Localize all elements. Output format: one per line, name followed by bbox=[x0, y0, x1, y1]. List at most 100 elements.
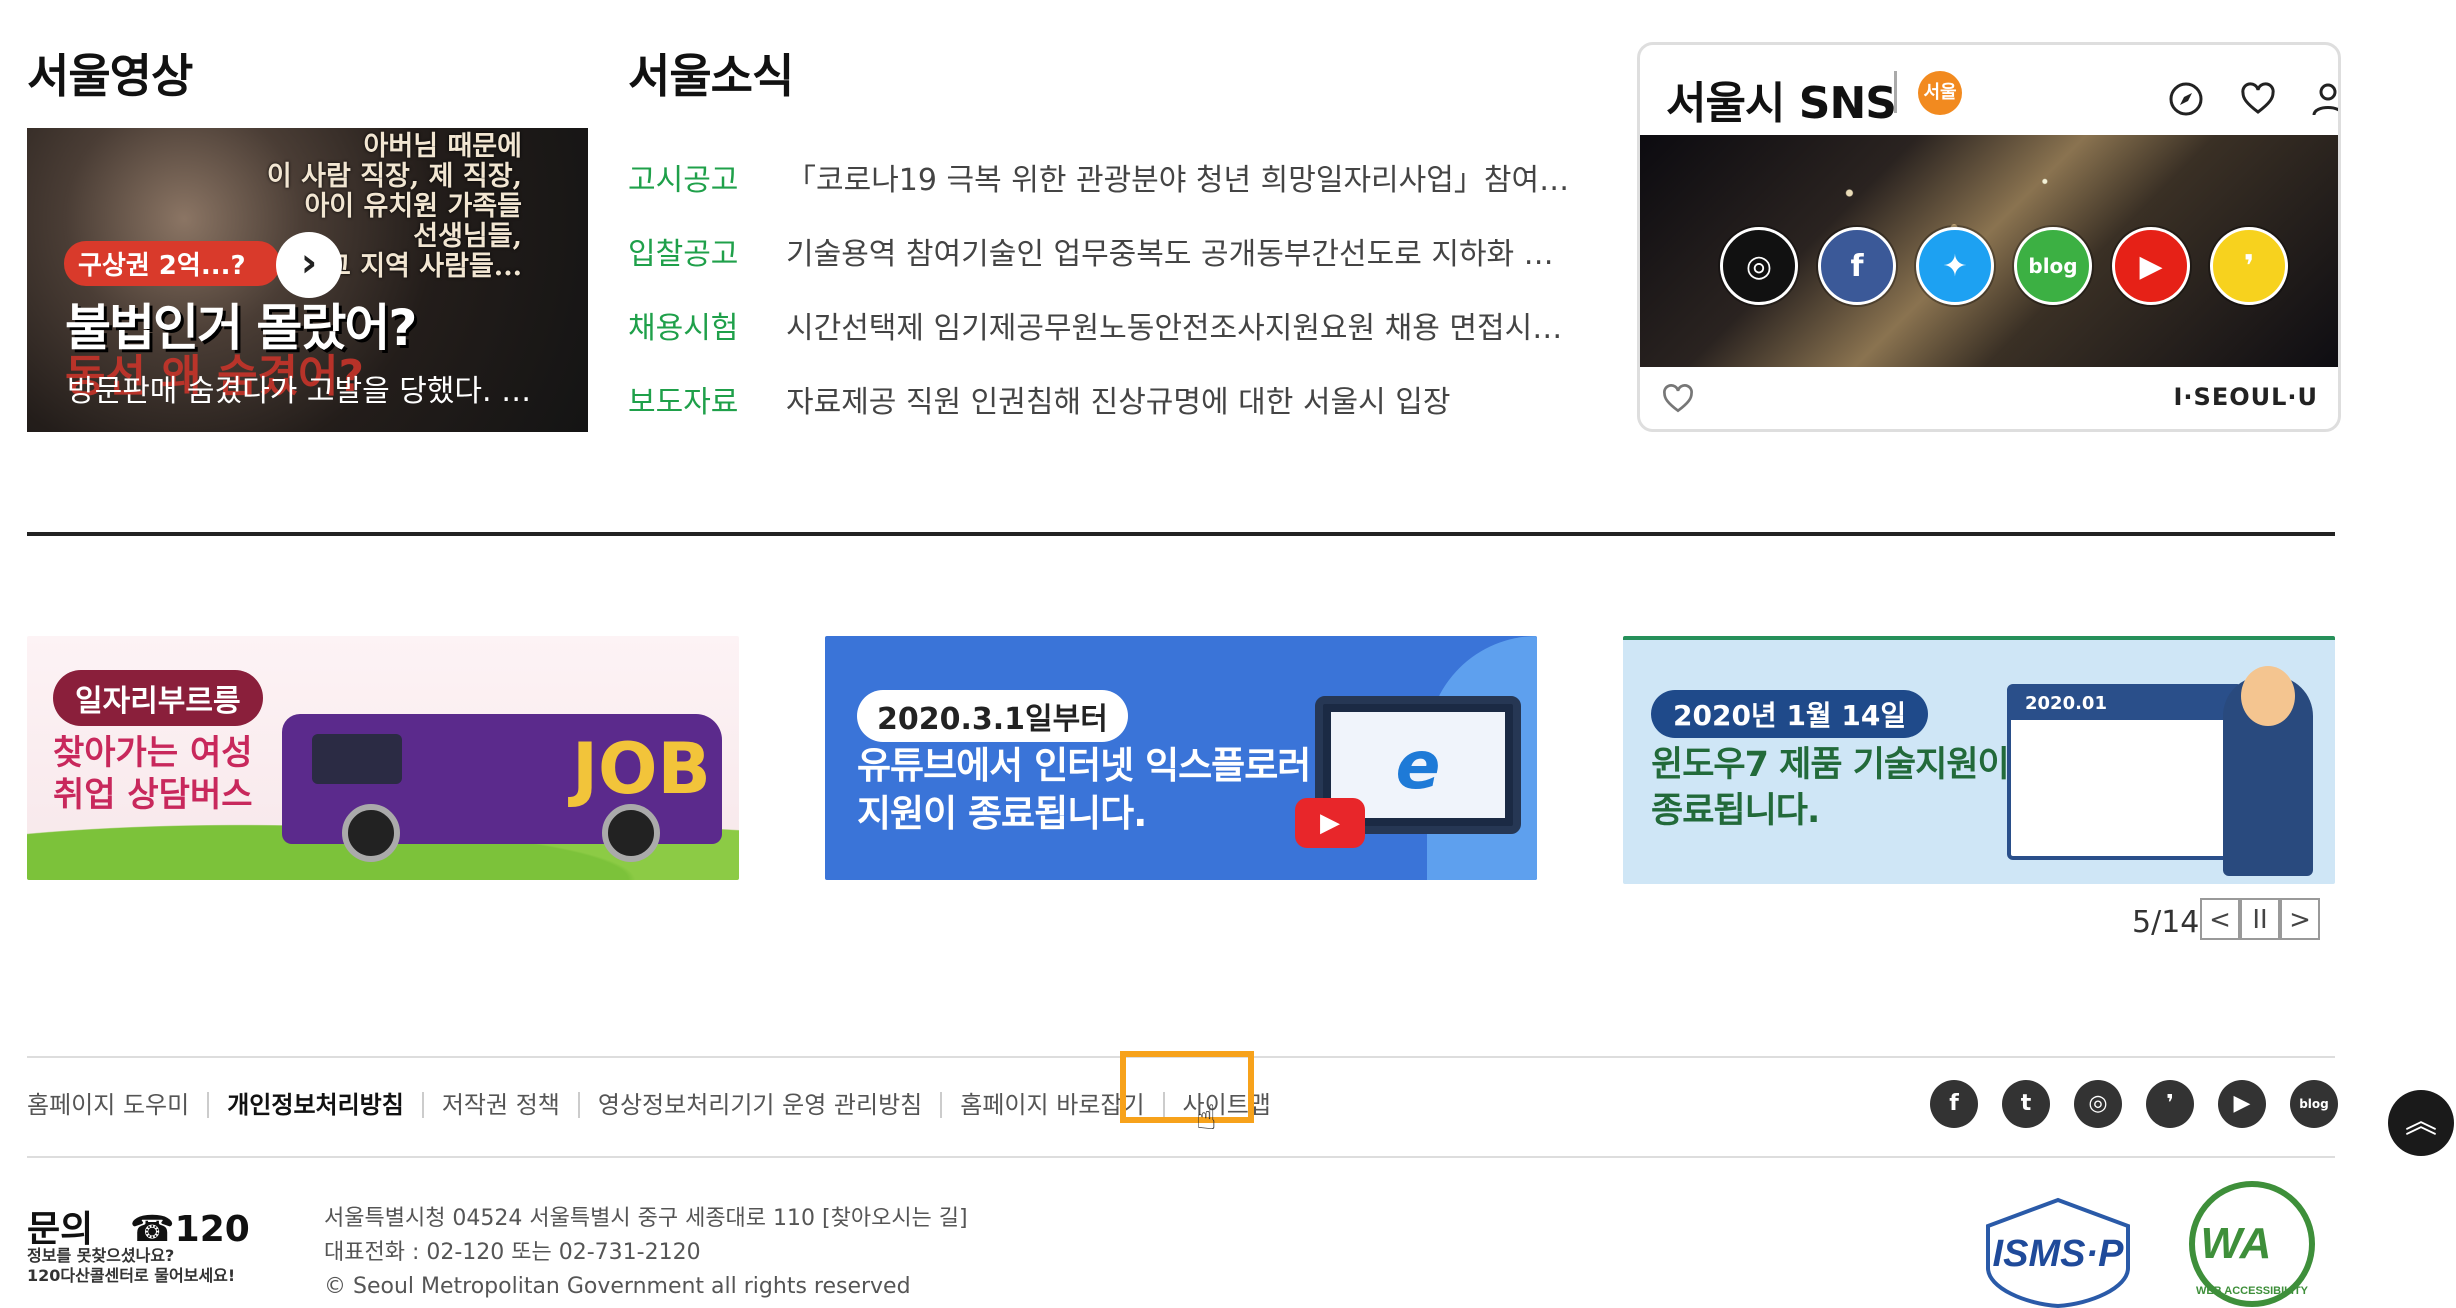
video-section-title: 서울영상 bbox=[27, 49, 193, 103]
inquiry-sub-line: 정보를 못찾으셨나요? bbox=[27, 1246, 175, 1265]
banner-windows7-support-end[interactable]: 2020년 1월 14일 윈도우7 제품 기술지원이 종료됩니다. 2020.0… bbox=[1623, 636, 2335, 884]
banner-prev-button[interactable]: < bbox=[2200, 898, 2240, 940]
banner-tag: 일자리부르릉 bbox=[53, 670, 263, 726]
video-caption[interactable]: 방문판매 숨겼다가 고발을 당했다. … bbox=[67, 366, 568, 410]
banner-ie-support-end[interactable]: 2020.3.1일부터 유튜브에서 인터넷 익스플로러 지원이 종료됩니다. e… bbox=[825, 636, 1537, 880]
video-tag: 구상권 2억...? bbox=[64, 241, 280, 286]
banner-title-line: 윈도우7 제품 기술지원이 bbox=[1651, 745, 2010, 785]
quote-line: 이 사람 직장, 제 직장, bbox=[266, 161, 522, 192]
scroll-top-button[interactable]: ︽ bbox=[2388, 1090, 2454, 1156]
sns-background-photo: ◎ f ✦ blog ▶ ❜ bbox=[1640, 135, 2338, 367]
instagram-icon[interactable]: ◎ bbox=[1720, 227, 1798, 305]
banner-job-bus[interactable]: 일자리부르릉 찾아가는 여성 취업 상담버스 JOB bbox=[27, 636, 739, 880]
video-thumbnail[interactable]: 아버님 때문에 이 사람 직장, 제 직장, 아이 유치원 가족들 선생님들, … bbox=[27, 128, 588, 432]
news-category[interactable]: 입찰공고 bbox=[628, 229, 786, 273]
footer-link-cctv-policy[interactable]: 영상정보처리기기 운영 관리방침 bbox=[577, 1092, 940, 1118]
twitter-icon[interactable]: t bbox=[2002, 1080, 2050, 1128]
isms-p-certification-badge: ISMS·P bbox=[1986, 1197, 2130, 1308]
calendar-head: 2020.01 bbox=[2011, 688, 2239, 720]
banner-title: 유튜브에서 인터넷 익스플로러 지원이 종료됩니다. bbox=[857, 742, 1311, 838]
youtube-icon: ▶ bbox=[1295, 798, 1365, 848]
blog-icon[interactable]: blog bbox=[2290, 1080, 2338, 1128]
footer-link-privacy[interactable]: 개인정보처리방침 bbox=[207, 1092, 422, 1118]
video-headline: 불법인거 몰랐어? bbox=[65, 299, 417, 357]
sns-title: 서울시 SNS bbox=[1666, 78, 1897, 129]
banner-title-line: 종료됩니다. bbox=[1651, 791, 1820, 831]
news-text[interactable]: 기술용역 참여기술인 업무중복도 공개동부간선도로 지하화 … bbox=[786, 229, 1588, 273]
banner-title-line: 취업 상담버스 bbox=[53, 775, 253, 815]
user-icon[interactable] bbox=[2308, 79, 2341, 119]
bus-wheel bbox=[342, 804, 400, 862]
news-category[interactable]: 고시공고 bbox=[628, 155, 786, 199]
businessman-illustration bbox=[2223, 666, 2313, 876]
banner-pause-button[interactable]: II bbox=[2240, 898, 2280, 940]
news-text[interactable]: 시간선택제 임기제공무원노동안전조사지원요원 채용 면접시… bbox=[786, 303, 1588, 347]
heart-icon[interactable] bbox=[2238, 79, 2278, 119]
inquiry-phone: ☎120 bbox=[129, 1209, 250, 1250]
sns-widget: 서울시 SNS 서울 ◎ f ✦ blog ▶ ❜ I·SEOUL·U bbox=[1637, 42, 2341, 432]
internet-explorer-icon: e bbox=[1395, 726, 1441, 804]
kakao-story-icon[interactable]: ❜ bbox=[2210, 227, 2288, 305]
inquiry-subtext: 정보를 못찾으셨나요? 120다산콜센터로 물어보세요! bbox=[27, 1246, 235, 1286]
banner-title-line: 지원이 종료됩니다. bbox=[857, 792, 1147, 835]
banner-title: 윈도우7 제품 기술지원이 종료됩니다. bbox=[1651, 742, 2010, 834]
youtube-icon[interactable]: ▶ bbox=[2112, 227, 2190, 305]
footer-phone: 대표전화 : 02-120 또는 02-731-2120 bbox=[324, 1240, 701, 1265]
banner-tag: 2020년 1월 14일 bbox=[1651, 690, 1929, 738]
instagram-icon[interactable]: ◎ bbox=[2074, 1080, 2122, 1128]
businessman-face bbox=[2241, 666, 2295, 726]
banner-page-indicator: 5/14 bbox=[2132, 905, 2200, 940]
wa-badge-text: WA bbox=[2201, 1219, 2272, 1268]
inquiry-heading: 문의 ☎120 bbox=[27, 1200, 250, 1252]
news-item[interactable]: 고시공고 「코로나19 극복 위한 관광분야 청년 희망일자리사업」참여자 … bbox=[628, 140, 1588, 214]
sns-title-divider bbox=[1894, 71, 1897, 113]
banner-title: 찾아가는 여성 취업 상담버스 bbox=[53, 732, 253, 816]
news-list: 고시공고 「코로나19 극복 위한 관광분야 청년 희망일자리사업」참여자 … … bbox=[628, 140, 1588, 436]
news-category[interactable]: 보도자료 bbox=[628, 377, 786, 421]
youtube-icon[interactable]: ▶ bbox=[2218, 1080, 2266, 1128]
news-category[interactable]: 채용시험 bbox=[628, 303, 786, 347]
sitemap-highlight-box bbox=[1120, 1051, 1254, 1123]
footer-link-help[interactable]: 홈페이지 도우미 bbox=[27, 1092, 207, 1118]
footer-mid-line bbox=[27, 1156, 2335, 1158]
quote-line: 아버님 때문에 bbox=[363, 131, 522, 162]
wa-badge-subtext: WEB ACCESSIBILITY bbox=[2196, 1285, 2309, 1297]
bus-illustration: JOB bbox=[282, 714, 722, 862]
bus-job-text: JOB bbox=[572, 728, 711, 810]
hand-pointer-icon: ☝ bbox=[1196, 1098, 1217, 1138]
isms-badge-text: ISMS·P bbox=[1993, 1233, 2125, 1275]
footer-address: 서울특별시청 04524 서울특별시 중구 세종대로 110 [찾아오시는 길] bbox=[324, 1206, 968, 1231]
banner-title-line: 찾아가는 여성 bbox=[53, 733, 253, 773]
news-section-title: 서울소식 bbox=[628, 49, 794, 103]
calendar-illustration: 2020.01 bbox=[2007, 684, 2243, 860]
footer-address-block: 서울특별시청 04524 서울특별시 중구 세종대로 110 [찾아오시는 길]… bbox=[324, 1202, 968, 1304]
section-divider bbox=[27, 532, 2335, 536]
news-item[interactable]: 입찰공고 기술용역 참여기술인 업무중복도 공개동부간선도로 지하화 … bbox=[628, 214, 1588, 288]
sns-platform-icons: ◎ f ✦ blog ▶ ❜ bbox=[1720, 227, 2288, 305]
inquiry-sub-line: 120다산콜센터로 물어보세요! bbox=[27, 1266, 236, 1285]
like-heart-icon[interactable] bbox=[1660, 381, 1696, 417]
blog-icon[interactable]: blog bbox=[2014, 227, 2092, 305]
seoul-logo: 서울 bbox=[1918, 71, 1962, 115]
iseoulu-brand: I·SEOUL·U bbox=[2173, 383, 2318, 411]
news-text[interactable]: 「코로나19 극복 위한 관광분야 청년 희망일자리사업」참여자 … bbox=[786, 155, 1588, 199]
web-accessibility-badge: WA WEB ACCESSIBILITY bbox=[2189, 1181, 2315, 1307]
kakao-story-icon[interactable]: ❜ bbox=[2146, 1080, 2194, 1128]
banner-title-line: 유튜브에서 인터넷 익스플로러 bbox=[857, 744, 1311, 787]
banner-next-button[interactable]: > bbox=[2280, 898, 2320, 940]
twitter-icon[interactable]: ✦ bbox=[1916, 227, 1994, 305]
news-item[interactable]: 채용시험 시간선택제 임기제공무원노동안전조사지원요원 채용 면접시… bbox=[628, 288, 1588, 362]
inquiry-label: 문의 bbox=[27, 1209, 94, 1250]
footer-link-copyright[interactable]: 저작권 정책 bbox=[421, 1092, 578, 1118]
facebook-icon[interactable]: f bbox=[1930, 1080, 1978, 1128]
news-text[interactable]: 자료제공 직원 인권침해 진상규명에 대한 서울시 입장 bbox=[786, 377, 1588, 421]
footer-links: 홈페이지 도우미 개인정보처리방침 저작권 정책 영상정보처리기기 운영 관리방… bbox=[27, 1092, 1289, 1118]
footer-copyright: © Seoul Metropolitan Government all righ… bbox=[324, 1274, 911, 1299]
news-item[interactable]: 보도자료 자료제공 직원 인권침해 진상규명에 대한 서울시 입장 bbox=[628, 362, 1588, 436]
bus-wheel bbox=[602, 804, 660, 862]
footer-social-icons: f t ◎ ❜ ▶ blog bbox=[1930, 1080, 2338, 1128]
banner-tag: 2020.3.1일부터 bbox=[857, 690, 1128, 742]
facebook-icon[interactable]: f bbox=[1818, 227, 1896, 305]
compass-icon[interactable] bbox=[2166, 79, 2206, 119]
quote-line: 아이 유치원 가족들 bbox=[304, 191, 522, 222]
